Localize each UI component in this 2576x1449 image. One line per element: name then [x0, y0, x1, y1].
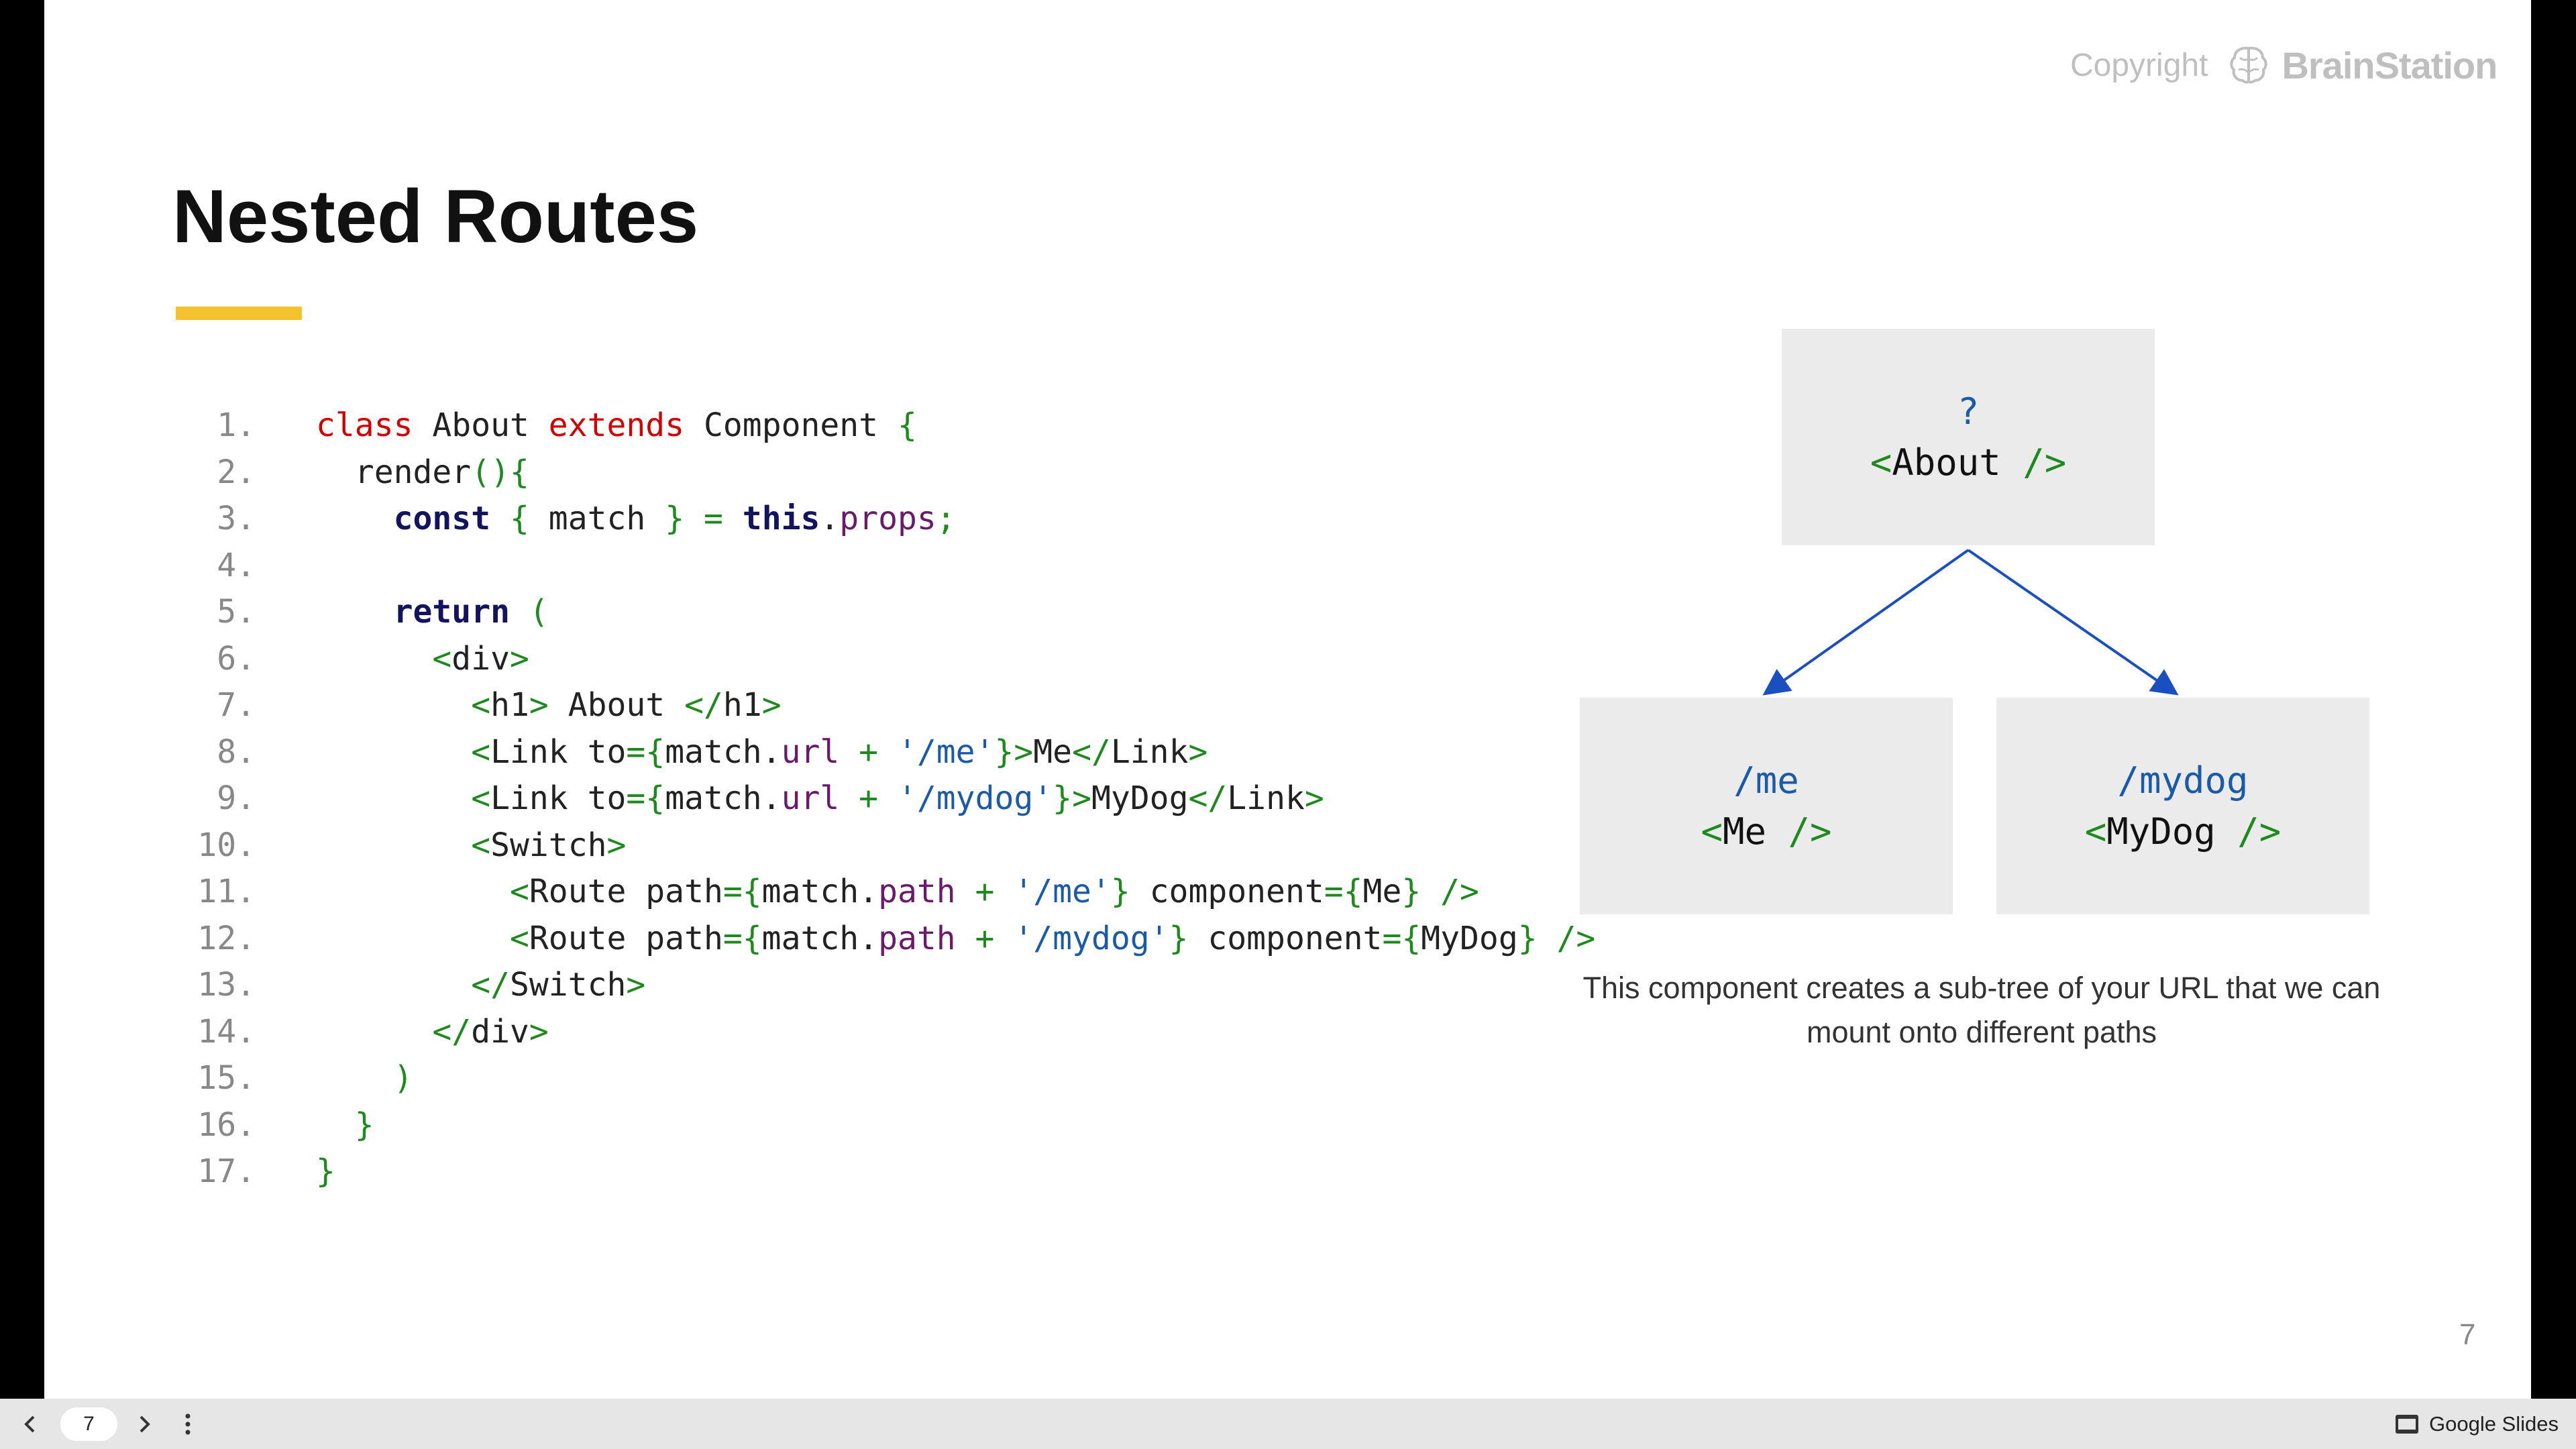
more-options-button[interactable]: [164, 1399, 211, 1449]
more-vertical-icon: [185, 1413, 191, 1434]
node-path: /mydog: [2117, 759, 2249, 802]
page-number-field[interactable]: 7: [60, 1407, 117, 1441]
line-number: 2.: [217, 453, 256, 491]
line-number: 12.: [197, 919, 256, 957]
copyright-brand: Copyright BrainStation: [2070, 42, 2531, 89]
line-number: 9.: [217, 780, 256, 817]
copyright-label: Copyright: [2070, 47, 2208, 83]
line-number: 6.: [217, 639, 256, 678]
google-slides-link[interactable]: Google Slides: [2394, 1399, 2559, 1449]
slides-viewer-toolbar: 7 Google Slides: [0, 1399, 2576, 1449]
line-number: 11.: [197, 873, 256, 910]
line-number: 8.: [217, 733, 256, 771]
slide-page-number: 7: [2459, 1318, 2476, 1351]
line-number: 1.: [217, 407, 256, 444]
code-text: return (: [393, 593, 549, 631]
google-slides-label: Google Slides: [2428, 1411, 2559, 1436]
code-text: <h1> About </h1>: [316, 686, 782, 724]
node-component: <About />: [1870, 441, 2067, 484]
brand-name: BrainStation: [2282, 44, 2498, 87]
code-text: <Link to={match.url + '/mydog'}>MyDog</L…: [316, 780, 1324, 817]
line-number: 16.: [197, 1106, 256, 1144]
line-number: 17.: [197, 1152, 256, 1190]
code-text: <Link to={match.url + '/me'}>Me</Link>: [316, 733, 1208, 771]
slide: Copyright BrainStation Nested Routes 1. c…: [44, 0, 2531, 1399]
tree-node-about: ? <About />: [1782, 329, 2155, 545]
code-text: </div>: [316, 1012, 549, 1051]
code-text: }: [316, 1106, 374, 1144]
arrow-to-mydog: [1967, 549, 2179, 696]
node-component: <MyDog />: [2084, 810, 2282, 853]
title-accent-bar: [176, 307, 302, 320]
code-text: <div>: [316, 639, 529, 678]
arrow-to-me: [1762, 549, 1970, 696]
code-text: <Route path={match.path + '/mydog'} comp…: [316, 919, 1596, 957]
code-text: render(){: [316, 453, 529, 491]
diagram-caption: This component creates a sub-tree of you…: [1582, 971, 2381, 1049]
tree-node-mydog: /mydog <MyDog />: [1996, 698, 2369, 914]
chevron-left-icon: [24, 1415, 35, 1432]
line-number: 13.: [197, 966, 256, 1004]
code-text: </Switch>: [316, 966, 646, 1004]
code-text: const { match } = this.props;: [393, 500, 956, 537]
line-number: 10.: [197, 826, 256, 864]
node-path: ?: [1957, 390, 1980, 433]
next-slide-button[interactable]: [121, 1399, 168, 1449]
line-number: 4.: [217, 546, 256, 584]
code-text: class About extends Component {: [316, 407, 917, 444]
previous-slide-button[interactable]: [7, 1399, 54, 1449]
code-text: <Route path={match.path + '/me'} compone…: [316, 873, 1479, 910]
code-text: }: [316, 1152, 335, 1190]
node-component: <Me />: [1701, 810, 1832, 853]
line-number: 7.: [217, 686, 256, 724]
google-slides-icon: [2395, 1414, 2418, 1434]
code-text: <Switch>: [316, 826, 627, 864]
slide-title: Nested Routes: [172, 174, 699, 258]
line-number: 3.: [217, 500, 256, 537]
line-number: 14.: [197, 1012, 256, 1051]
node-path: /me: [1733, 759, 1799, 802]
line-number: 15.: [197, 1059, 256, 1097]
code-text: ): [316, 1059, 413, 1097]
tree-node-me: /me <Me />: [1580, 698, 1953, 914]
chevron-right-icon: [140, 1415, 150, 1432]
brain-icon: [2230, 46, 2268, 84]
line-number: 5.: [217, 593, 256, 631]
